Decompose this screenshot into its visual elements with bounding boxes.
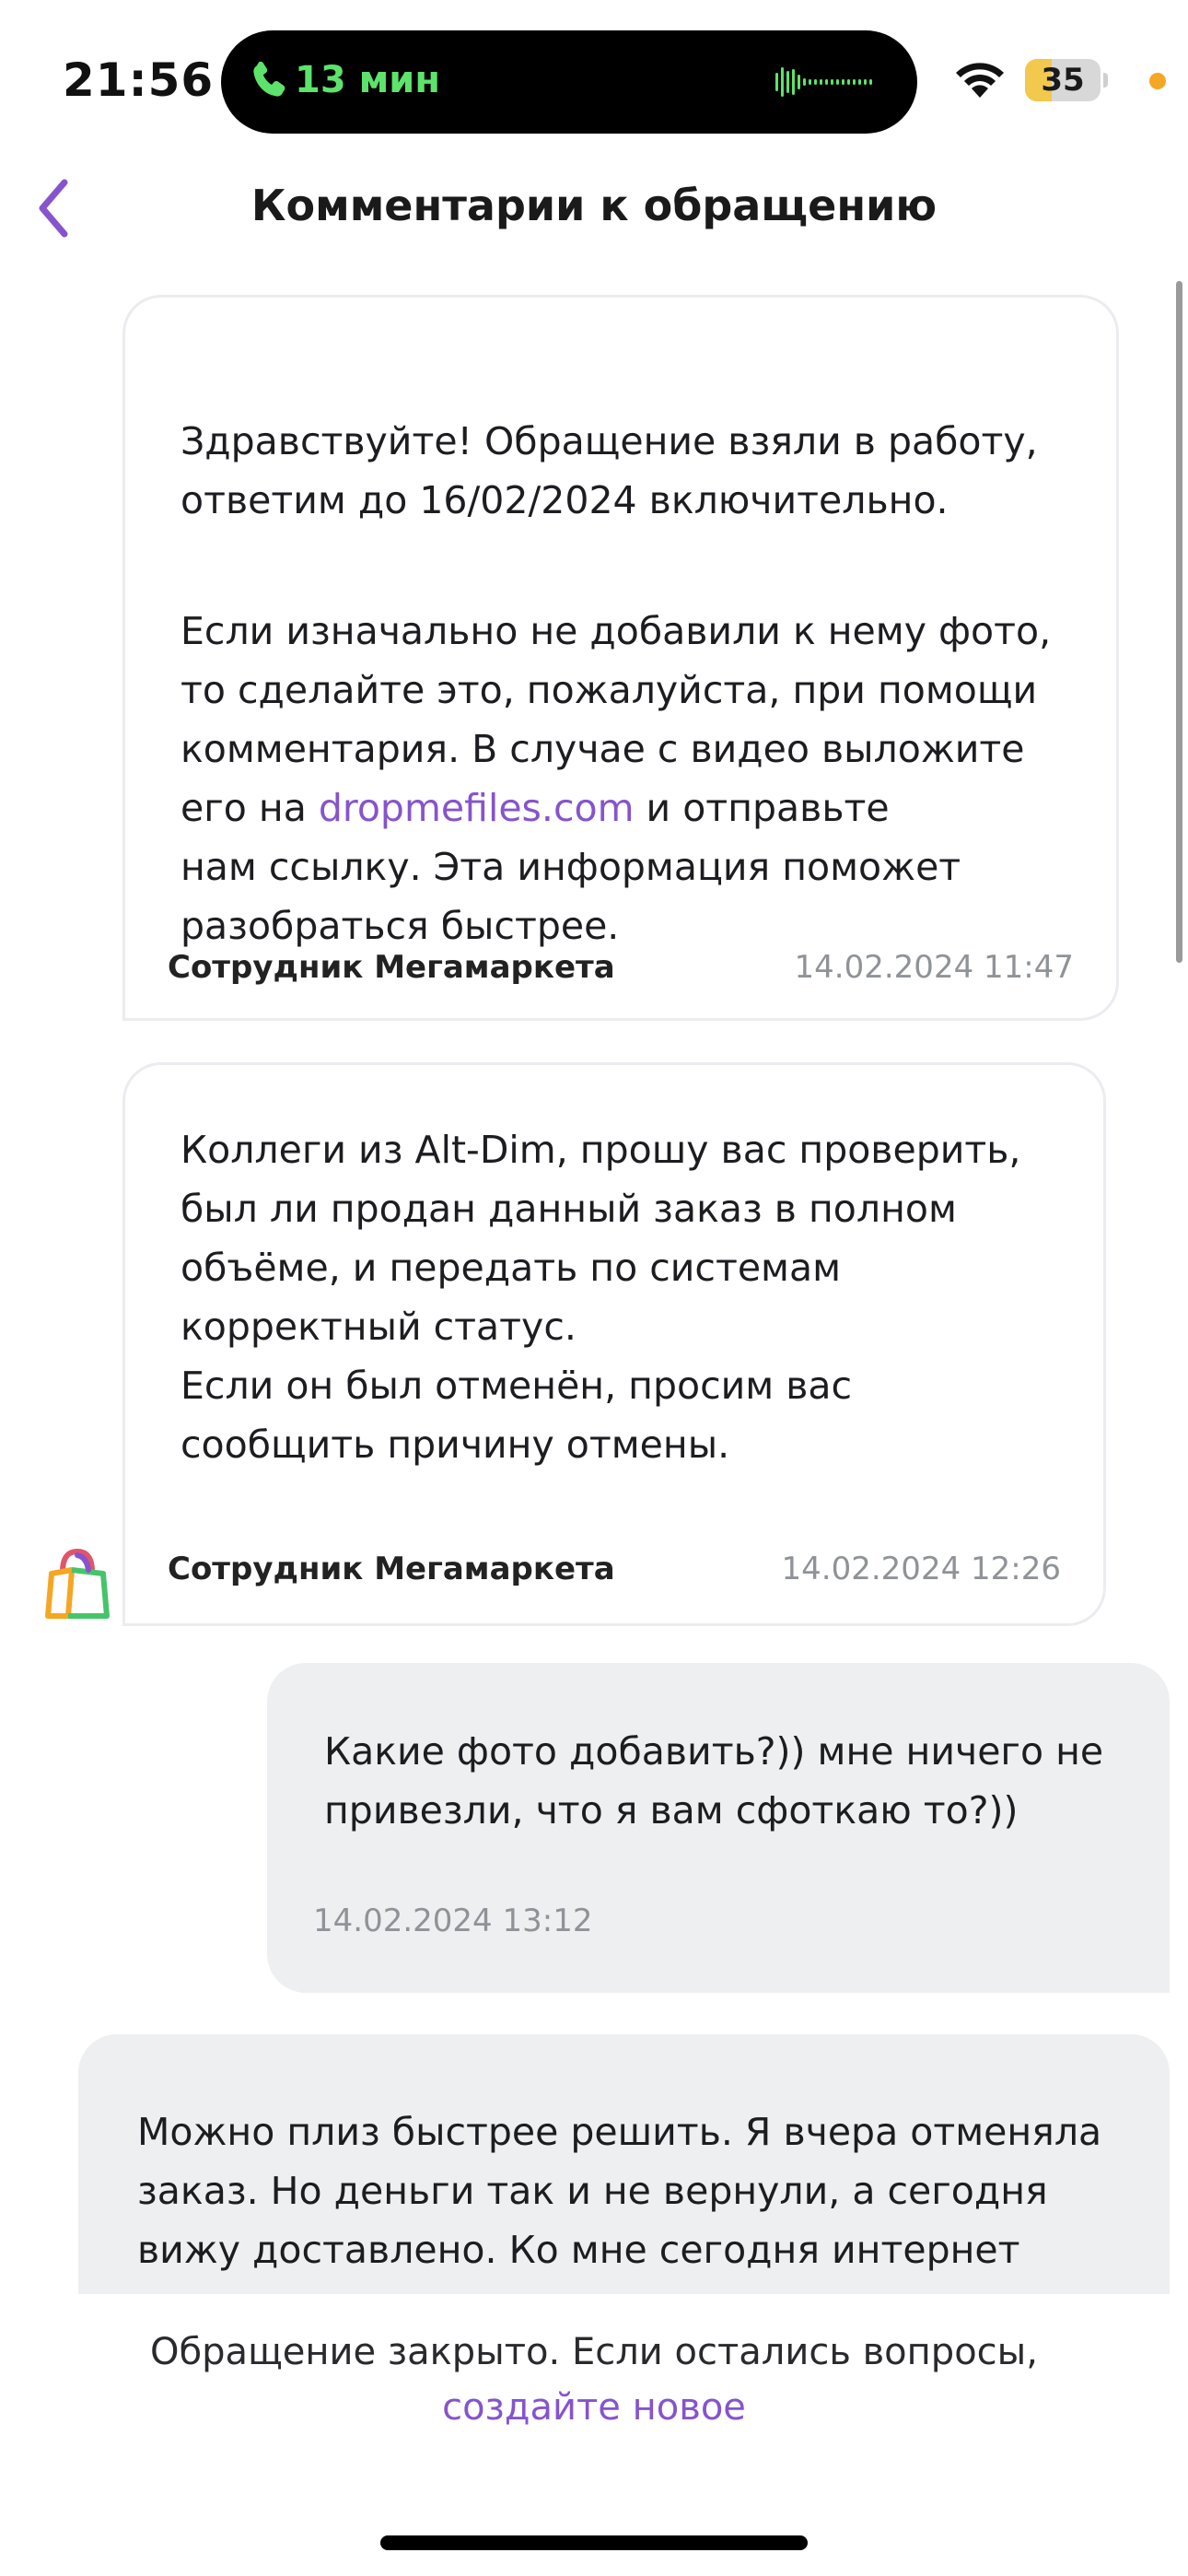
comment-paragraph: Здравствуйте! Обращение взяли в работу, … <box>181 419 1038 522</box>
comment-bubble-user: Какие фото добавить?)) мне ничего не при… <box>267 1663 1170 1993</box>
home-indicator[interactable] <box>380 2535 808 2550</box>
comment-timestamp: 14.02.2024 12:26 <box>781 1551 1061 1587</box>
privacy-indicator-dot <box>1149 73 1166 89</box>
comment-bubble-support: Коллеги из Alt-Dim, прошу вас проверить,… <box>122 1062 1106 1626</box>
create-new-ticket-link[interactable]: создайте новое <box>0 2386 1188 2429</box>
comment-timestamp: 14.02.2024 11:47 <box>794 949 1074 986</box>
megamarket-bag-icon <box>45 1548 110 1619</box>
screen: 21:56 13 мин 35 Комментарии к обращению … <box>0 0 1188 2576</box>
comment-timestamp: 14.02.2024 13:12 <box>313 1903 593 1939</box>
comment-text: Коллеги из Alt-Dim, прошу вас проверить,… <box>181 1128 1021 1467</box>
scrollbar[interactable] <box>1176 281 1182 963</box>
comment-author: Сотрудник Мегамаркета <box>168 949 615 986</box>
comment-text: Можно плиз быстрее решить. Я вчера отмен… <box>137 2110 1102 2294</box>
battery-level: 35 <box>1041 62 1085 99</box>
phone-icon <box>253 61 285 97</box>
comment-bubble-support: Здравствуйте! Обращение взяли в работу, … <box>122 295 1119 1021</box>
wifi-icon <box>956 63 1004 98</box>
battery-cap <box>1103 73 1108 88</box>
page-title: Комментарии к обращению <box>250 181 938 230</box>
call-duration: 13 мин <box>295 59 440 101</box>
comments-list[interactable]: Здравствуйте! Обращение взяли в работу, … <box>0 267 1188 2294</box>
status-time: 21:56 <box>63 53 215 107</box>
comment-bubble-user: Можно плиз быстрее решить. Я вчера отмен… <box>78 2034 1170 2294</box>
audio-waveform-icon <box>775 67 872 97</box>
battery-indicator: 35 <box>1025 59 1101 101</box>
closed-ticket-footer: Обращение закрыто. Если остались вопросы… <box>0 2294 1188 2576</box>
ticket-closed-notice: Обращение закрыто. Если остались вопросы… <box>150 2331 1038 2373</box>
comment-author: Сотрудник Мегамаркета <box>168 1551 615 1587</box>
dropmefiles-link[interactable]: dropmefiles.com <box>319 786 635 830</box>
comment-text: Если изначально не добавили к нему фото,… <box>181 543 1092 955</box>
ongoing-call-pill[interactable]: 13 мин <box>221 30 917 134</box>
comment-text: Здравствуйте! Обращение взяли в работу, … <box>181 353 1092 530</box>
comment-text: Какие фото добавить?)) мне ничего не при… <box>324 1729 1104 1832</box>
